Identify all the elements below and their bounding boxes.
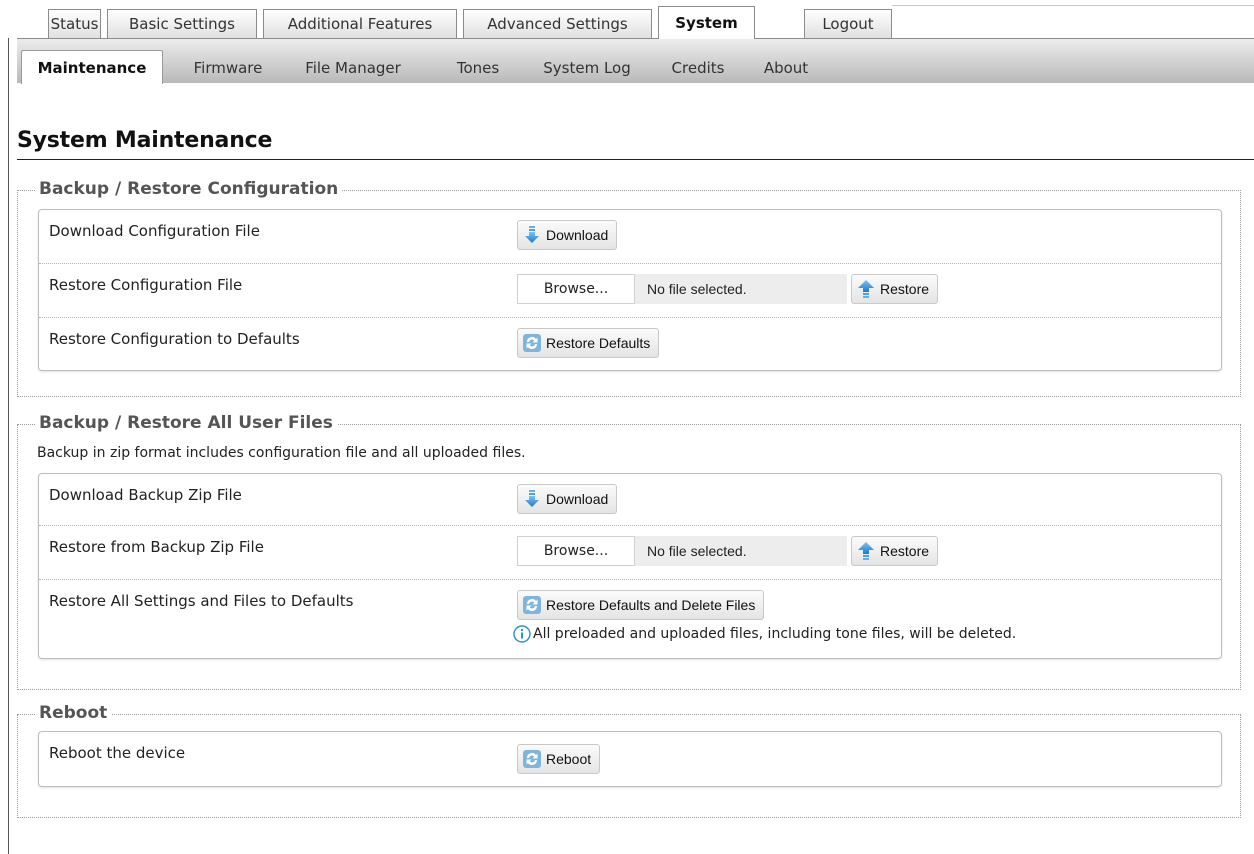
restore-config-label: Restore Configuration File: [49, 276, 243, 294]
restore-zip-row: Restore from Backup Zip File Browse... N…: [39, 526, 1221, 580]
subtab-credits[interactable]: Credits: [662, 51, 734, 84]
reboot-label: Reboot the device: [49, 744, 186, 762]
download-zip-button[interactable]: Download: [517, 484, 618, 514]
restore-defaults-button-label: Restore Defaults: [546, 335, 651, 351]
restore-zip-button[interactable]: Restore: [851, 536, 939, 566]
restore-zip-button-label: Restore: [880, 543, 930, 559]
reboot-button-label: Reboot: [546, 751, 592, 767]
tab-additional-features[interactable]: Additional Features: [263, 9, 457, 38]
user-files-section: Backup / Restore All User Files Backup i…: [17, 413, 1241, 690]
config-section-legend: Backup / Restore Configuration: [35, 179, 343, 199]
subtab-tones[interactable]: Tones: [448, 51, 508, 84]
restore-zip-label: Restore from Backup Zip File: [49, 538, 264, 556]
download-config-row: Download Configuration File Download: [39, 210, 1221, 264]
restore-config-control: Browse... No file selected. Restore: [517, 274, 939, 304]
reboot-panel: Reboot the device Reboot: [38, 731, 1222, 787]
restore-config-button[interactable]: Restore: [851, 274, 939, 304]
config-file-status: No file selected.: [635, 274, 847, 304]
reboot-control: Reboot: [517, 744, 601, 774]
restore-defaults-delete-files-button[interactable]: Restore Defaults and Delete Files: [517, 590, 765, 620]
restore-defaults-button[interactable]: Restore Defaults: [517, 328, 660, 358]
main-tab-bar: Status Basic Settings Additional Feature…: [0, 0, 1254, 39]
reboot-button[interactable]: Reboot: [517, 744, 601, 774]
restore-config-button-label: Restore: [880, 281, 930, 297]
all-defaults-control: Restore Defaults and Delete Files: [517, 590, 765, 620]
page-frame-left-border: [8, 38, 9, 854]
all-defaults-label: Restore All Settings and Files to Defaul…: [49, 592, 354, 610]
download-config-control: Download: [517, 220, 618, 250]
download-config-button[interactable]: Download: [517, 220, 618, 250]
upload-arrow-icon: [856, 541, 876, 561]
reboot-row: Reboot the device Reboot: [39, 732, 1221, 788]
user-files-panel: Download Backup Zip File Download Restor…: [38, 473, 1222, 659]
reboot-section-legend: Reboot: [35, 703, 112, 723]
refresh-icon: [522, 749, 542, 769]
config-defaults-control: Restore Defaults: [517, 328, 660, 358]
tab-system[interactable]: System: [658, 6, 755, 39]
tab-basic-settings[interactable]: Basic Settings: [107, 9, 257, 38]
download-zip-control: Download: [517, 484, 618, 514]
zip-file-status: No file selected.: [635, 536, 847, 566]
restore-config-row: Restore Configuration File Browse... No …: [39, 264, 1221, 318]
config-browse-button[interactable]: Browse...: [517, 274, 635, 304]
user-files-description: Backup in zip format includes configurat…: [37, 445, 526, 461]
title-divider: [17, 159, 1254, 160]
sub-tab-bar: Maintenance Firmware File Manager Tones …: [17, 38, 1254, 84]
subtab-firmware[interactable]: Firmware: [182, 51, 274, 84]
download-zip-row: Download Backup Zip File Download: [39, 474, 1221, 526]
tab-advanced-settings[interactable]: Advanced Settings: [463, 9, 652, 38]
refresh-icon: [522, 595, 542, 615]
download-arrow-icon: [522, 225, 542, 245]
user-files-section-legend: Backup / Restore All User Files: [35, 413, 337, 433]
restore-defaults-delete-files-label: Restore Defaults and Delete Files: [546, 597, 756, 613]
reboot-section: Reboot Reboot the device Reboot: [17, 703, 1241, 818]
download-config-button-label: Download: [546, 227, 609, 243]
tab-logout[interactable]: Logout: [804, 9, 892, 38]
download-zip-label: Download Backup Zip File: [49, 486, 242, 504]
subtab-system-log[interactable]: System Log: [527, 51, 647, 84]
zip-browse-button[interactable]: Browse...: [517, 536, 635, 566]
all-defaults-row: Restore All Settings and Files to Defaul…: [39, 580, 1221, 660]
restore-zip-control: Browse... No file selected. Restore: [517, 536, 939, 566]
subtab-about[interactable]: About: [755, 51, 817, 84]
download-zip-button-label: Download: [546, 491, 609, 507]
config-backup-section: Backup / Restore Configuration Download …: [17, 179, 1241, 397]
upload-arrow-icon: [856, 279, 876, 299]
page-title: System Maintenance: [17, 128, 273, 153]
download-arrow-icon: [522, 489, 542, 509]
subtab-file-manager[interactable]: File Manager: [293, 51, 413, 84]
delete-warning-text: All preloaded and uploaded files, includ…: [533, 626, 1017, 642]
config-defaults-label: Restore Configuration to Defaults: [49, 330, 300, 348]
subtab-maintenance[interactable]: Maintenance: [21, 50, 163, 84]
download-config-label: Download Configuration File: [49, 222, 260, 240]
config-defaults-row: Restore Configuration to Defaults Restor…: [39, 318, 1221, 372]
info-icon: [513, 625, 531, 643]
tab-status[interactable]: Status: [48, 9, 101, 38]
refresh-icon: [522, 333, 542, 353]
config-panel: Download Configuration File Download Res…: [38, 209, 1222, 371]
delete-warning: All preloaded and uploaded files, includ…: [513, 625, 1016, 643]
